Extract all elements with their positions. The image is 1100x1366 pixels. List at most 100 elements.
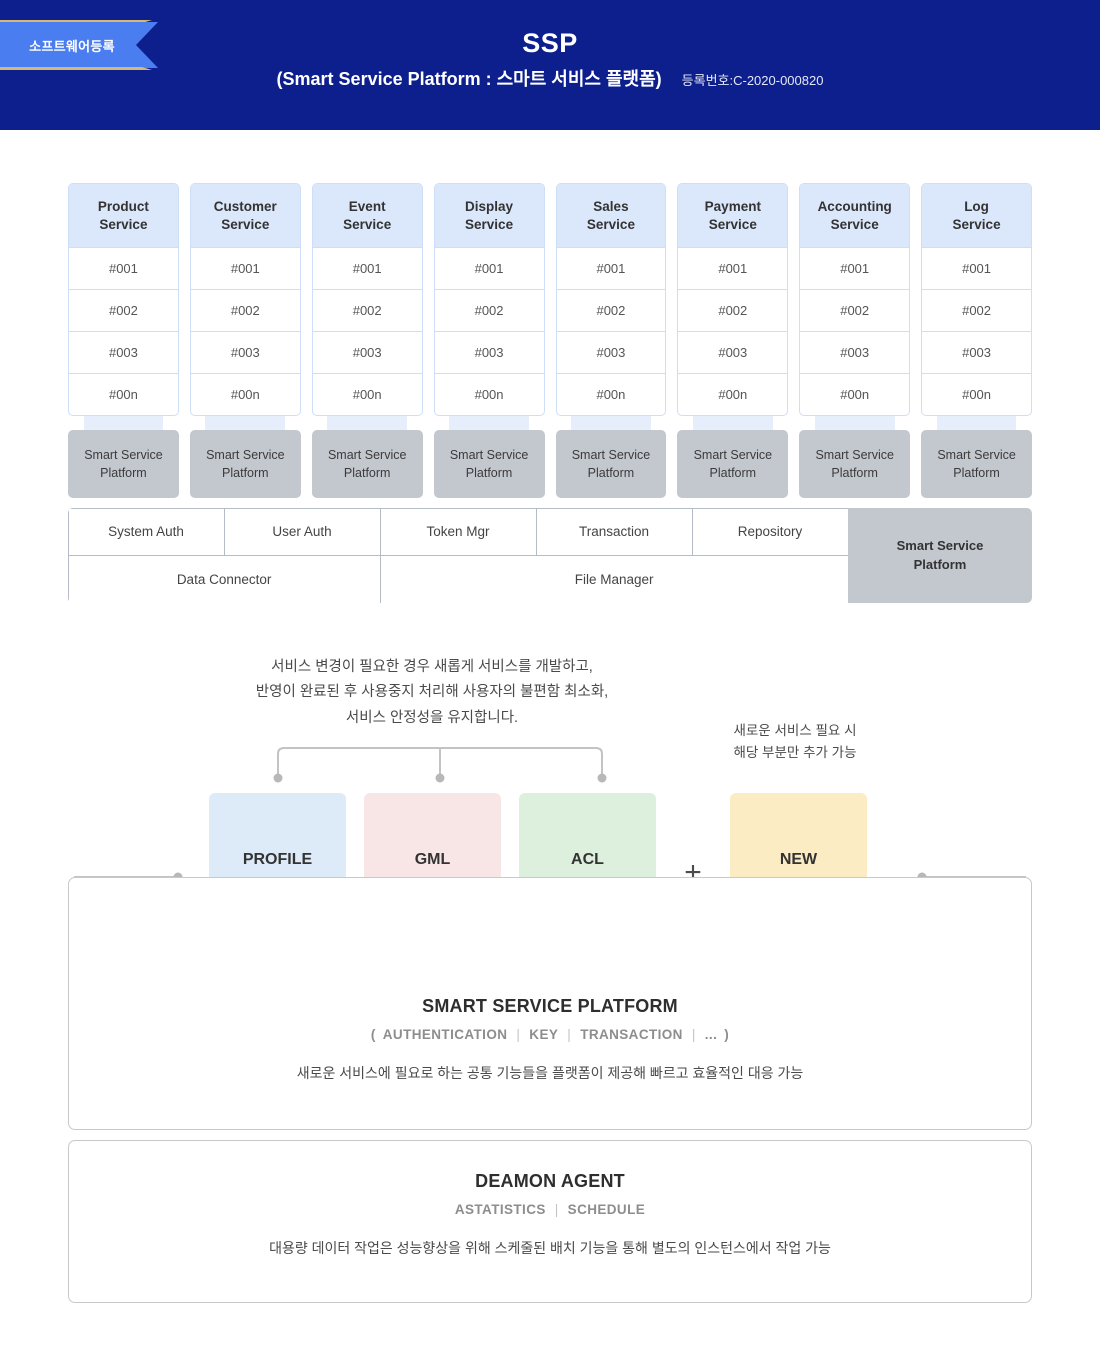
new-service-note-line-1: 새로운 서비스 필요 시: [733, 723, 857, 738]
platform-label-line-1: Smart Service: [571, 447, 651, 462]
service-instance-cell[interactable]: #00n: [800, 373, 910, 415]
capability-cell[interactable]: Repository: [691, 508, 849, 556]
service-instance-cell[interactable]: #002: [312, 289, 422, 331]
service-card: Accounting Service #001 #002 #003 #00n: [799, 183, 911, 416]
service-instance-cell[interactable]: #003: [922, 331, 1031, 373]
service-card: Sales Service #001 #002 #003 #00n: [555, 183, 667, 416]
service-column: Product Service #001 #002 #003 #00n Smart Serv…: [68, 183, 179, 498]
platform-label-line-2: Platform: [953, 466, 1000, 480]
service-platform-connector: [921, 416, 1032, 430]
service-column-header: Event Service: [312, 184, 422, 247]
deamon-panel-title: DEAMON AGENT: [475, 1171, 625, 1191]
deamon-tag: ASTATISTICS: [454, 1202, 546, 1217]
service-columns-area: Product Service #001 #002 #003 #00n Smart Serv…: [68, 183, 1032, 498]
service-platform-connector: [799, 416, 910, 430]
service-instance-cell[interactable]: #003: [556, 331, 666, 373]
service-instance-cell[interactable]: #002: [69, 289, 178, 331]
capability-cell[interactable]: Transaction: [535, 508, 693, 556]
service-name-line-1: Customer: [213, 198, 277, 214]
service-name-line-1: Sales: [593, 198, 629, 214]
connector-bar: [692, 416, 773, 430]
platform-label-line-2: Platform: [587, 466, 635, 480]
capability-row-2: Data Connector File Manager: [68, 555, 849, 603]
service-platform-box: Smart Service Platform: [921, 430, 1032, 498]
capability-cell[interactable]: Data Connector: [68, 555, 381, 603]
service-instance-cell[interactable]: #00n: [69, 373, 178, 415]
ssp-panel-body: 새로운 서비스에 필요로 하는 공통 기능들을 플랫폼이 제공해 빠르고 효율적…: [296, 1065, 804, 1081]
platform-capability-grid: System Auth User Auth Token Mgr Transaction…: [68, 508, 1032, 603]
service-instance-cell[interactable]: #00n: [556, 373, 666, 415]
service-name-line-1: Log: [964, 198, 989, 214]
service-instance-cell[interactable]: #002: [556, 289, 666, 331]
service-instance-cell[interactable]: #001: [434, 247, 544, 289]
service-platform-box: Smart Service Platform: [189, 430, 301, 498]
service-instance-cell[interactable]: #003: [190, 331, 300, 373]
service-instance-cell[interactable]: #00n: [922, 373, 1031, 415]
service-platform-connector: [190, 416, 301, 430]
service-instance-cell[interactable]: #003: [69, 331, 178, 373]
service-platform-box: Smart Service Platform: [677, 430, 789, 498]
service-column: Customer Service #001 #002 #003 #00n Smart Ser…: [189, 183, 301, 498]
ssp-tag: TRANSACTION: [580, 1027, 683, 1042]
ssp-panel-tags: (AUTHENTICATION | KEY | TRANSACTION |...): [69, 1027, 1031, 1042]
service-instance-cell[interactable]: #00n: [678, 373, 788, 415]
service-platform-box: Smart Service Platform: [311, 430, 423, 498]
service-column-header: Payment Service: [678, 184, 788, 247]
service-instance-cell[interactable]: #001: [69, 247, 178, 289]
service-instance-cell[interactable]: #001: [800, 247, 910, 289]
service-platform-box: Smart Service Platform: [433, 430, 545, 498]
platform-label-line-2: Platform: [831, 466, 878, 480]
service-instance-cell[interactable]: #002: [922, 289, 1031, 331]
platform-label-line-1: Smart Service: [937, 447, 1016, 462]
capability-cell[interactable]: User Auth: [223, 508, 381, 556]
mid-description-line-1: 서비스 변경이 필요한 경우 새롭게 서비스를 개발하고,: [271, 659, 593, 675]
service-instance-cell[interactable]: #003: [800, 331, 910, 373]
platform-label-line-2: Platform: [709, 466, 757, 480]
service-instance-cell[interactable]: #001: [312, 247, 422, 289]
service-instance-cell[interactable]: #003: [678, 331, 788, 373]
platform-label-line-2: Platform: [343, 466, 391, 480]
service-instance-cell[interactable]: #002: [190, 289, 300, 331]
platform-label-line-2: Platform: [465, 466, 513, 480]
ssp-tag: AUTHENTICATION: [382, 1027, 508, 1042]
service-name-line-1: Product: [97, 198, 149, 214]
capability-platform-label-line1: Smart Service: [896, 537, 984, 553]
service-platform-box: Smart Service Platform: [555, 430, 667, 498]
service-name-line-2: Service: [952, 216, 1001, 232]
service-instance-cell[interactable]: #00n: [312, 373, 422, 415]
capability-cell[interactable]: System Auth: [68, 508, 225, 556]
service-instance-cell[interactable]: #00n: [190, 373, 300, 415]
service-instance-cell[interactable]: #003: [312, 331, 422, 373]
ssp-tag: ...: [704, 1027, 718, 1042]
ssp-panel-title: SMART SERVICE PLATFORM: [422, 996, 678, 1016]
service-name-line-2: Service: [708, 216, 757, 232]
service-instance-cell[interactable]: #002: [678, 289, 788, 331]
service-instance-cell[interactable]: #001: [556, 247, 666, 289]
service-instance-cell[interactable]: #001: [922, 247, 1031, 289]
service-platform-box: Smart Service Platform: [68, 430, 179, 498]
service-name-line-1: Payment: [704, 198, 761, 214]
platform-label-line-2: Platform: [222, 466, 269, 480]
service-instance-cell[interactable]: #002: [800, 289, 910, 331]
mid-description-line-2: 반영이 완료된 후 사용중지 처리해 사용자의 불편함 최소화,: [255, 684, 609, 701]
service-name-line-1: Accounting: [817, 198, 892, 214]
capability-row-1: System Auth User Auth Token Mgr Transaction…: [68, 508, 849, 556]
platform-label-line-1: Smart Service: [449, 447, 529, 462]
service-instance-cell[interactable]: #002: [434, 289, 544, 331]
connector-bar: [814, 416, 895, 430]
platform-label-line-1: Smart Service: [84, 447, 163, 462]
header-subtitle-row: (Smart Service Platform : 스마트 서비스 플랫폼) 등…: [0, 65, 1100, 91]
service-instance-cell[interactable]: #001: [190, 247, 300, 289]
service-name-line-2: Service: [99, 216, 148, 232]
capability-cell[interactable]: Token Mgr: [379, 508, 537, 556]
platform-label-line-1: Smart Service: [815, 447, 894, 462]
service-instance-cell[interactable]: #00n: [434, 373, 544, 415]
service-column-header: Sales Service: [556, 184, 666, 247]
page-title: SSP: [522, 28, 578, 58]
capability-cell[interactable]: File Manager: [379, 555, 849, 603]
service-column: Sales Service #001 #002 #003 #00n Smart Servic…: [555, 183, 667, 498]
deamon-agent-panel: DEAMON AGENT ASTATISTICS | SCHEDULE 대용량 데이…: [68, 1140, 1032, 1303]
service-instance-cell[interactable]: #001: [678, 247, 788, 289]
bracket-dot-left: [273, 773, 283, 783]
service-instance-cell[interactable]: #003: [434, 331, 544, 373]
